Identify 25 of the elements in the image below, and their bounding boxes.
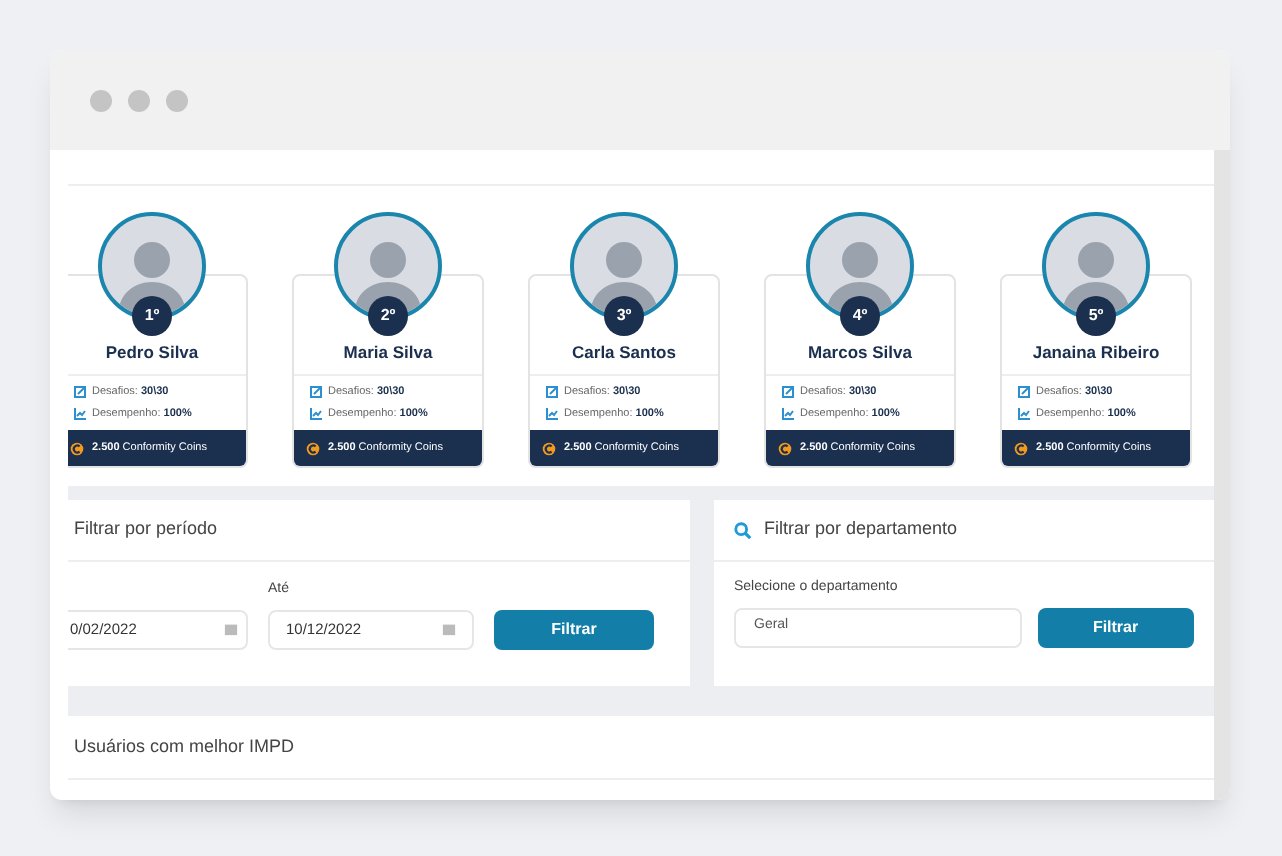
coin-icon — [778, 441, 792, 456]
edit-icon — [782, 385, 794, 398]
search-icon — [734, 521, 752, 539]
coin-icon — [542, 441, 556, 456]
user-name: Maria Silva — [343, 340, 433, 366]
chart-icon — [782, 408, 794, 421]
user-name: Pedro Silva — [105, 340, 199, 366]
filter-button[interactable]: Filtrar — [1037, 607, 1194, 647]
user-name: Carla Santos — [572, 340, 676, 366]
chart-icon — [310, 408, 322, 421]
filter-button[interactable]: Filtrar — [494, 609, 654, 649]
user-name: Marcos Silva — [808, 340, 912, 366]
chart-icon — [1018, 408, 1030, 421]
coin-icon — [306, 441, 320, 456]
edit-icon — [1018, 385, 1030, 398]
chart-icon — [74, 408, 86, 421]
user-name: Janaina Ribeiro — [1032, 340, 1160, 366]
panel-title: Filtrar por departamento — [764, 516, 958, 543]
panel-title: Usuários com melhor IMPD — [74, 733, 295, 760]
panel-title: Filtrar por período — [74, 516, 218, 543]
edit-icon — [74, 385, 86, 398]
coin-icon — [1014, 441, 1028, 456]
edit-icon — [310, 385, 322, 398]
chart-icon — [546, 408, 558, 421]
edit-icon — [546, 385, 558, 398]
